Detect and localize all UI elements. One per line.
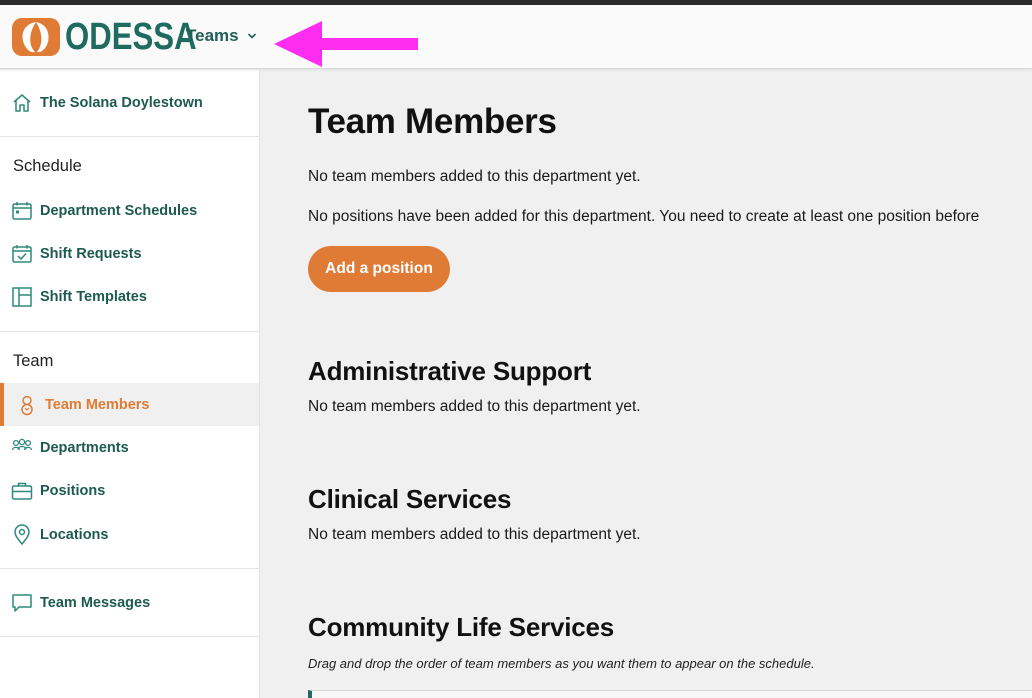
sidebar-item-positions[interactable]: Positions xyxy=(0,469,259,512)
department-heading: Community Life Services xyxy=(308,612,615,642)
chat-bubble-icon xyxy=(12,593,32,612)
sidebar-item-label: The Solana Doylestown xyxy=(40,94,203,111)
sidebar-item-label: Department Schedules xyxy=(40,202,198,219)
sidebar-item-team-messages[interactable]: Team Messages xyxy=(0,581,259,624)
logo-mark-icon xyxy=(12,18,60,56)
drag-drop-hint: Drag and drop the order of team members … xyxy=(308,656,815,671)
page-title: Team Members xyxy=(308,102,557,141)
logo-text: ODESSA xyxy=(65,16,197,58)
department-message: No team members added to this department… xyxy=(308,398,641,415)
teams-dropdown-label: Teams xyxy=(186,26,239,45)
sidebar-divider xyxy=(0,331,259,332)
sidebar-item-label: Team Messages xyxy=(40,594,151,611)
sidebar-divider xyxy=(0,636,259,637)
sidebar-item-label: Positions xyxy=(40,482,106,499)
team-member-drop-zone[interactable] xyxy=(308,690,1032,698)
app-header: ODESSA Teams xyxy=(0,5,1032,69)
sidebar-item-label: Locations xyxy=(40,526,109,543)
sidebar-item-team-members[interactable]: Team Members xyxy=(0,383,259,426)
sidebar-item-location[interactable]: The Solana Doylestown xyxy=(0,81,259,124)
annotation-arrow-icon xyxy=(274,21,418,67)
person-icon xyxy=(21,395,33,415)
sidebar-item-label: Departments xyxy=(40,439,129,456)
sidebar-item-department-schedules[interactable]: Department Schedules xyxy=(0,189,259,232)
calendar-check-icon xyxy=(12,244,32,263)
main-content: Team Members No team members added to th… xyxy=(260,70,1032,698)
sidebar-item-label: Shift Requests xyxy=(40,245,142,262)
teams-dropdown[interactable]: Teams xyxy=(186,26,257,46)
calendar-icon xyxy=(12,201,32,220)
chevron-down-icon xyxy=(247,33,256,39)
no-members-message: No team members added to this department… xyxy=(308,168,641,185)
sidebar-item-departments[interactable]: Departments xyxy=(0,426,259,469)
sidebar-item-locations[interactable]: Locations xyxy=(0,513,259,556)
sidebar-section-schedule: Schedule xyxy=(13,157,82,175)
home-icon xyxy=(13,93,31,112)
add-position-button[interactable]: Add a position xyxy=(308,246,450,292)
sidebar-item-shift-templates[interactable]: Shift Templates xyxy=(0,275,259,318)
no-positions-message: No positions have been added for this de… xyxy=(308,208,980,225)
sidebar: The Solana Doylestown Schedule Departmen… xyxy=(0,70,260,698)
department-message: No team members added to this department… xyxy=(308,526,641,543)
sidebar-divider xyxy=(0,136,259,137)
briefcase-icon xyxy=(11,482,33,500)
department-heading: Clinical Services xyxy=(308,484,512,514)
sidebar-item-label: Shift Templates xyxy=(40,288,147,305)
department-heading: Administrative Support xyxy=(308,356,592,386)
sidebar-item-label: Team Members xyxy=(45,396,150,413)
group-icon xyxy=(11,438,33,450)
sidebar-section-team: Team xyxy=(13,352,54,370)
layout-icon xyxy=(12,286,32,307)
map-pin-icon xyxy=(14,523,30,545)
sidebar-divider xyxy=(0,568,259,569)
sidebar-item-shift-requests[interactable]: Shift Requests xyxy=(0,232,259,275)
